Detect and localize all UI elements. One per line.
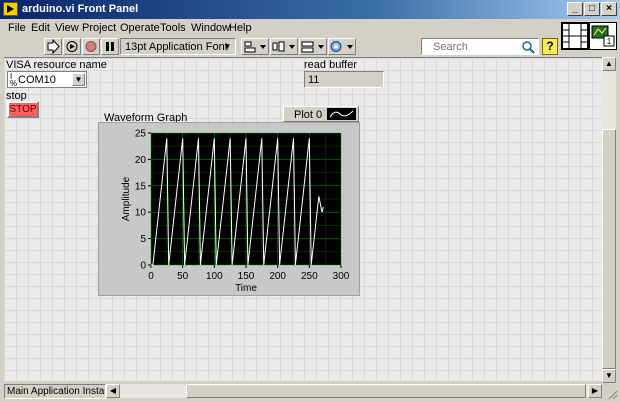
legend-plot-name: Plot 0 [294,109,323,121]
vertical-scroll-thumb[interactable] [602,129,616,369]
scroll-down-icon[interactable]: ▼ [602,369,616,383]
pause-button[interactable] [101,38,119,55]
run-continuously-icon [66,41,78,52]
run-arrow-icon [47,39,60,54]
maximize-button[interactable]: □ [584,2,600,16]
reorder-button[interactable] [328,38,356,55]
x-tick-label: 100 [206,271,223,282]
menu-help[interactable]: Help [229,22,252,34]
x-tick-label: 0 [148,271,154,282]
read-buffer-value: 11 [308,74,320,86]
vi-icon[interactable]: 1 [589,22,617,50]
plot-line-sample-icon [329,110,354,118]
y-tick-label: 15 [135,181,147,192]
run-continuously-button[interactable] [63,38,81,55]
labview-app-icon [3,2,18,16]
menu-edit[interactable]: Edit [31,22,50,34]
x-tick-label: 150 [238,271,255,282]
waveform-graph-svg: 0 50 100 150 200 250 300 0 5 10 15 20 25 Time Amplitud… [121,129,350,295]
menu-window[interactable]: Window [191,22,230,34]
menu-view[interactable]: View [55,22,79,34]
reorder-icon [330,41,353,52]
status-bar: Main Application Instance ◀ ▶ [0,383,620,402]
menu-operate[interactable]: Operate [120,22,160,34]
window-title: arduino.vi Front Panel [22,3,139,15]
x-tick-label: 200 [269,271,286,282]
search-box [421,38,539,55]
legend-plot-sample [327,108,356,120]
stop-button[interactable]: STOP [7,101,39,118]
menu-file[interactable]: File [8,22,26,34]
plot-legend[interactable]: Plot 0 [283,106,359,122]
y-tick-label: 25 [135,129,147,140]
resize-grip-icon[interactable] [606,388,618,400]
chevron-down-icon[interactable]: ▼ [72,73,85,86]
svg-text:1: 1 [607,37,612,46]
resize-objects-button[interactable] [299,38,327,55]
chevron-down-icon: ▼ [223,42,232,51]
visa-resource-control[interactable]: I% COM10 ▼ [7,71,87,88]
waveform-graph[interactable]: 0 50 100 150 200 250 300 0 5 10 15 20 25 Time Amplitud… [98,122,360,296]
visa-icon: I% [10,72,18,88]
horizontal-scroll-thumb[interactable] [186,384,586,398]
y-tick-label: 10 [135,208,147,219]
abort-icon [85,41,97,52]
front-panel: VISA resource name I% COM10 ▼ stop STOP … [4,57,602,381]
distribute-objects-icon [272,41,295,52]
resize-objects-icon [301,41,324,53]
visa-value: COM10 [18,74,56,86]
close-button[interactable]: × [601,2,617,16]
magnifier-icon[interactable] [521,40,535,54]
scroll-left-icon[interactable]: ◀ [106,384,120,398]
x-tick-label: 250 [301,271,318,282]
read-buffer-indicator: 11 [304,71,384,88]
menu-bar: File Edit View Project Operate Tools Win… [0,19,620,37]
run-button[interactable] [44,38,62,55]
x-axis-label: Time [235,283,257,294]
application-instance[interactable]: Main Application Instance [4,384,106,399]
abort-button[interactable] [82,38,100,55]
align-objects-icon [244,41,266,53]
y-tick-label: 5 [140,234,146,245]
vertical-scrollbar[interactable]: ▲ ▼ [602,57,616,383]
font-select[interactable]: 13pt Application Font ▼ [120,38,236,55]
horizontal-scrollbar[interactable]: ◀ ▶ [106,384,602,398]
minimize-button[interactable]: _ [567,2,583,16]
distribute-objects-button[interactable] [270,38,298,55]
y-axis-label: Amplitude [121,176,132,221]
title-bar: arduino.vi Front Panel _ □ × [0,0,620,19]
visa-label: VISA resource name [6,59,107,71]
help-button[interactable]: ? [542,38,558,55]
connector-pane-grid [562,23,588,49]
menu-tools[interactable]: Tools [160,22,186,34]
font-select-value: 13pt Application Font [125,41,228,53]
scroll-up-icon[interactable]: ▲ [602,57,616,71]
menu-project[interactable]: Project [82,22,116,34]
pause-icon [106,42,114,51]
align-objects-button[interactable] [241,38,269,55]
y-tick-label: 0 [140,261,146,272]
scroll-right-icon[interactable]: ▶ [588,384,602,398]
search-input[interactable] [433,40,519,53]
vi-icon-graphic: 1 [591,25,615,47]
read-buffer-label: read buffer [304,59,358,71]
connector-pane[interactable] [561,22,589,50]
x-tick-label: 50 [177,271,189,282]
x-tick-label: 300 [333,271,350,282]
y-tick-label: 20 [135,155,147,166]
toolbar: 13pt Application Font ▼ ▸ ? [0,37,620,57]
